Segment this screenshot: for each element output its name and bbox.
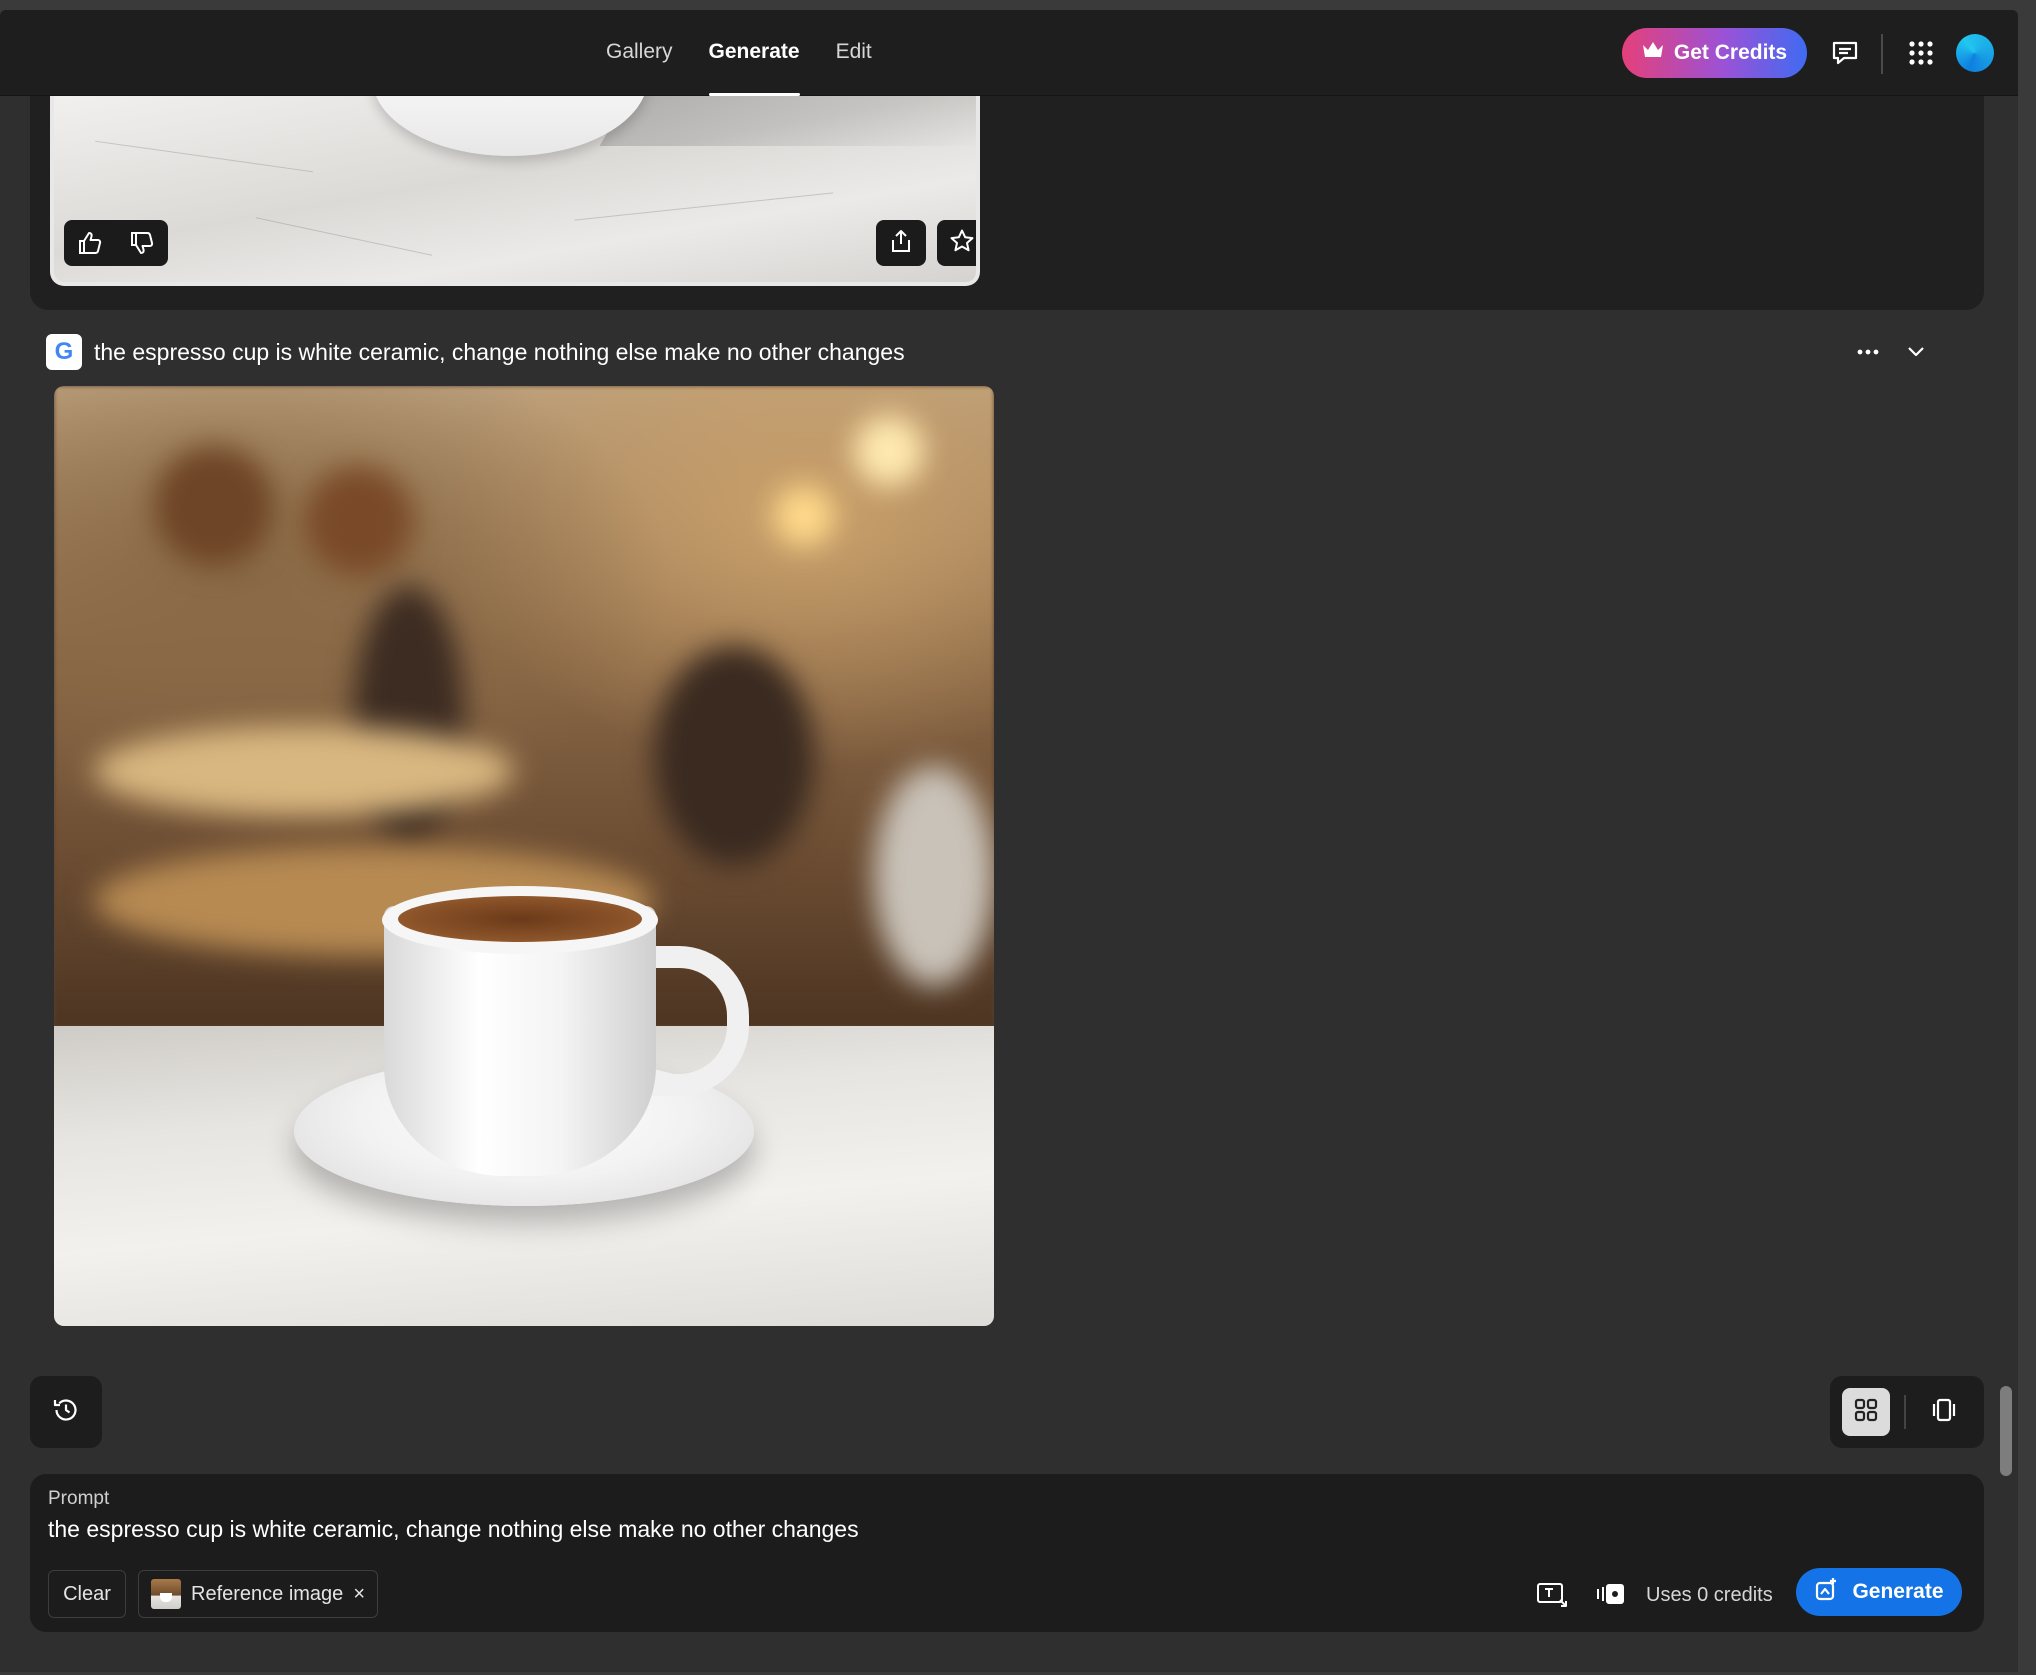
history-button[interactable] (30, 1376, 102, 1448)
prompt-input[interactable] (48, 1516, 1948, 1543)
favorite-button[interactable] (937, 220, 976, 266)
marble-vein (574, 192, 834, 221)
image-bokeh (154, 446, 274, 566)
image-bokeh (654, 646, 814, 866)
carousel-view-button[interactable] (1920, 1388, 1968, 1436)
crown-icon (1642, 41, 1664, 65)
thumbs-up-icon[interactable] (64, 220, 116, 266)
get-credits-label: Get Credits (1673, 41, 1788, 64)
previous-result-image[interactable] (50, 96, 980, 286)
reference-image-thumbnail (151, 1579, 181, 1609)
style-reference-icon[interactable] (1588, 1574, 1632, 1614)
image-bokeh (874, 766, 994, 986)
generate-label: Generate (1852, 1580, 1944, 1603)
header-divider (1881, 34, 1883, 74)
aspect-ratio-icon[interactable] (1530, 1574, 1574, 1614)
view-toggle-divider (1904, 1395, 1906, 1429)
thumbs-down-icon[interactable] (116, 220, 168, 266)
image-bokeh (304, 466, 414, 576)
image-cup (372, 96, 648, 156)
tab-generate[interactable]: Generate (708, 10, 800, 96)
image-shadow (599, 96, 976, 146)
generate-button[interactable]: Generate (1796, 1568, 1962, 1616)
avatar[interactable] (1956, 34, 1994, 72)
history-icon (51, 1395, 81, 1430)
apps-grid-icon[interactable] (1900, 32, 1942, 74)
generated-image[interactable] (54, 386, 994, 1326)
image-bokeh (94, 726, 514, 816)
share-button[interactable] (876, 220, 926, 266)
previous-result-card (30, 96, 1984, 310)
main-nav: Gallery Generate Edit (606, 10, 872, 96)
marble-vein (255, 217, 433, 256)
get-credits-button[interactable]: Get Credits (1622, 28, 1807, 78)
view-toggle (1830, 1376, 1984, 1448)
reference-image-label: Reference image (191, 1582, 344, 1605)
prompt-label: Prompt (48, 1488, 110, 1509)
close-icon[interactable]: × (353, 1583, 365, 1606)
feedback-icon[interactable] (1824, 32, 1866, 74)
prompt-panel: Prompt Clear Reference image × Uses 0 cr… (30, 1474, 1984, 1632)
generate-icon (1814, 1576, 1840, 1608)
rating-group (64, 220, 168, 266)
app-window: Gallery Generate Edit Get Credits G the … (0, 10, 2018, 1672)
generation-header: G the espresso cup is white ceramic, cha… (46, 330, 1966, 374)
image-coffee (398, 896, 642, 942)
reference-image-chip[interactable]: Reference image × (138, 1570, 378, 1618)
clear-button[interactable]: Clear (48, 1570, 126, 1618)
tab-edit[interactable]: Edit (836, 10, 872, 96)
tab-gallery[interactable]: Gallery (606, 10, 673, 96)
image-bokeh (774, 486, 834, 546)
marble-vein (95, 140, 313, 173)
share-icon (888, 228, 914, 259)
grid-view-icon (1853, 1397, 1879, 1428)
chevron-down-icon[interactable] (1898, 334, 1934, 370)
top-bar: Gallery Generate Edit Get Credits (0, 10, 2018, 96)
google-logo-icon: G (46, 334, 82, 370)
grid-view-button[interactable] (1842, 1388, 1890, 1436)
carousel-view-icon (1930, 1397, 1958, 1428)
more-options-icon[interactable] (1850, 334, 1886, 370)
image-bokeh (854, 416, 924, 486)
credits-usage-text: Uses 0 credits (1646, 1584, 1773, 1606)
generation-prompt: the espresso cup is white ceramic, chang… (94, 338, 905, 365)
favorite-star-icon (949, 228, 975, 259)
scrollbar-thumb[interactable] (2000, 1386, 2012, 1476)
